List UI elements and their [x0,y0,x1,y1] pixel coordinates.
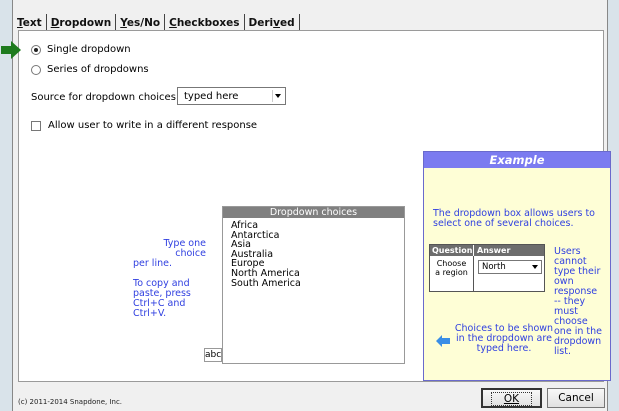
tab-yes-no-mnemonic: Y [120,17,127,29]
option-single-dropdown[interactable]: Single dropdown [31,44,131,55]
tab-dropdown-label: ropdown [59,17,112,29]
source-select[interactable]: typed here [177,87,286,105]
example-title: Example [424,152,610,168]
dropdown-choices-box[interactable]: Dropdown choices Africa Antarctica Asia … [222,206,405,364]
choice-item: Antarctica [231,229,280,241]
example-intro-line-2: select one of several choices. [433,218,574,229]
help-text: Type one choice per line. To copy and pa… [131,239,206,319]
single-dropdown-radio[interactable] [31,44,41,55]
choice-item: South America [231,277,301,289]
example-answer-value: North [482,262,506,272]
spellcheck-button[interactable]: abc [204,348,222,362]
dropdown-choices-header: Dropdown choices [223,207,404,218]
dropdown-choices-list[interactable]: Africa Antarctica Asia Australia Europe … [223,218,404,288]
green-pointer-arrow-icon [1,41,21,59]
help-line-2: per line. [133,258,172,269]
copyright-text: (c) 2011-2014 Snapdone, Inc. [18,398,123,406]
source-select-value: typed here [184,91,239,102]
example-intro: The dropdown box allows users to select … [433,209,595,229]
tab-checkboxes-mnemonic: C [169,17,177,29]
example-question-table: Question Answer Choose a region North [429,244,545,292]
ok-button[interactable]: OK [481,388,542,408]
help-line-1: Type one choice [163,238,206,259]
series-dropdowns-label: Series of dropdowns [47,64,149,75]
source-label: Source for dropdown choices: [31,92,180,103]
example-question-cell: Choose a region [430,256,474,292]
series-dropdowns-radio[interactable] [31,64,41,75]
note-line-3: typed here. [476,343,532,354]
option-series-dropdowns[interactable]: Series of dropdowns [31,64,149,75]
ok-button-label: OK [490,392,533,406]
example-side-note: Users cannot type their own response -- … [554,247,602,357]
tab-strip: Text Dropdown Yes/No Checkboxes Derived [13,12,300,32]
example-bottom-note: Choices to be shown in the dropdown are … [454,324,554,354]
side-line: list. [554,346,571,357]
tab-yes-no-label: es/No [126,17,161,29]
arrow-left-icon [436,335,450,347]
cancel-button[interactable]: Cancel [547,388,605,408]
allow-write-label: Allow user to write in a different respo… [48,120,258,131]
example-question-line-1: Choose [436,259,467,268]
dialog-window: Text Dropdown Yes/No Checkboxes Derived … [1,0,611,411]
help-line-6: Ctrl+V. [133,308,167,319]
tab-checkboxes-label: heckboxes [176,17,240,29]
dropdown-settings-panel: Single dropdown Series of dropdowns Sour… [1,30,611,382]
example-table-header: Question Answer [430,245,544,256]
allow-write-checkbox[interactable] [31,120,41,131]
allow-write-option[interactable]: Allow user to write in a different respo… [31,120,257,131]
tab-derived-mnemonic: v [273,17,280,29]
example-col-answer: Answer [477,246,511,255]
example-answer-select: North [478,260,542,274]
example-question-line-2: a region [435,268,468,277]
example-panel: Example The dropdown box allows users to… [423,151,611,381]
tab-derived-label-pre: Deri [248,17,274,29]
tab-derived-label-post: ed [280,17,295,29]
tab-text-label: ext [22,17,42,29]
single-dropdown-label: Single dropdown [47,44,131,55]
chevron-down-icon [272,90,283,102]
example-col-question: Question [432,245,474,256]
chevron-down-icon [530,262,540,272]
